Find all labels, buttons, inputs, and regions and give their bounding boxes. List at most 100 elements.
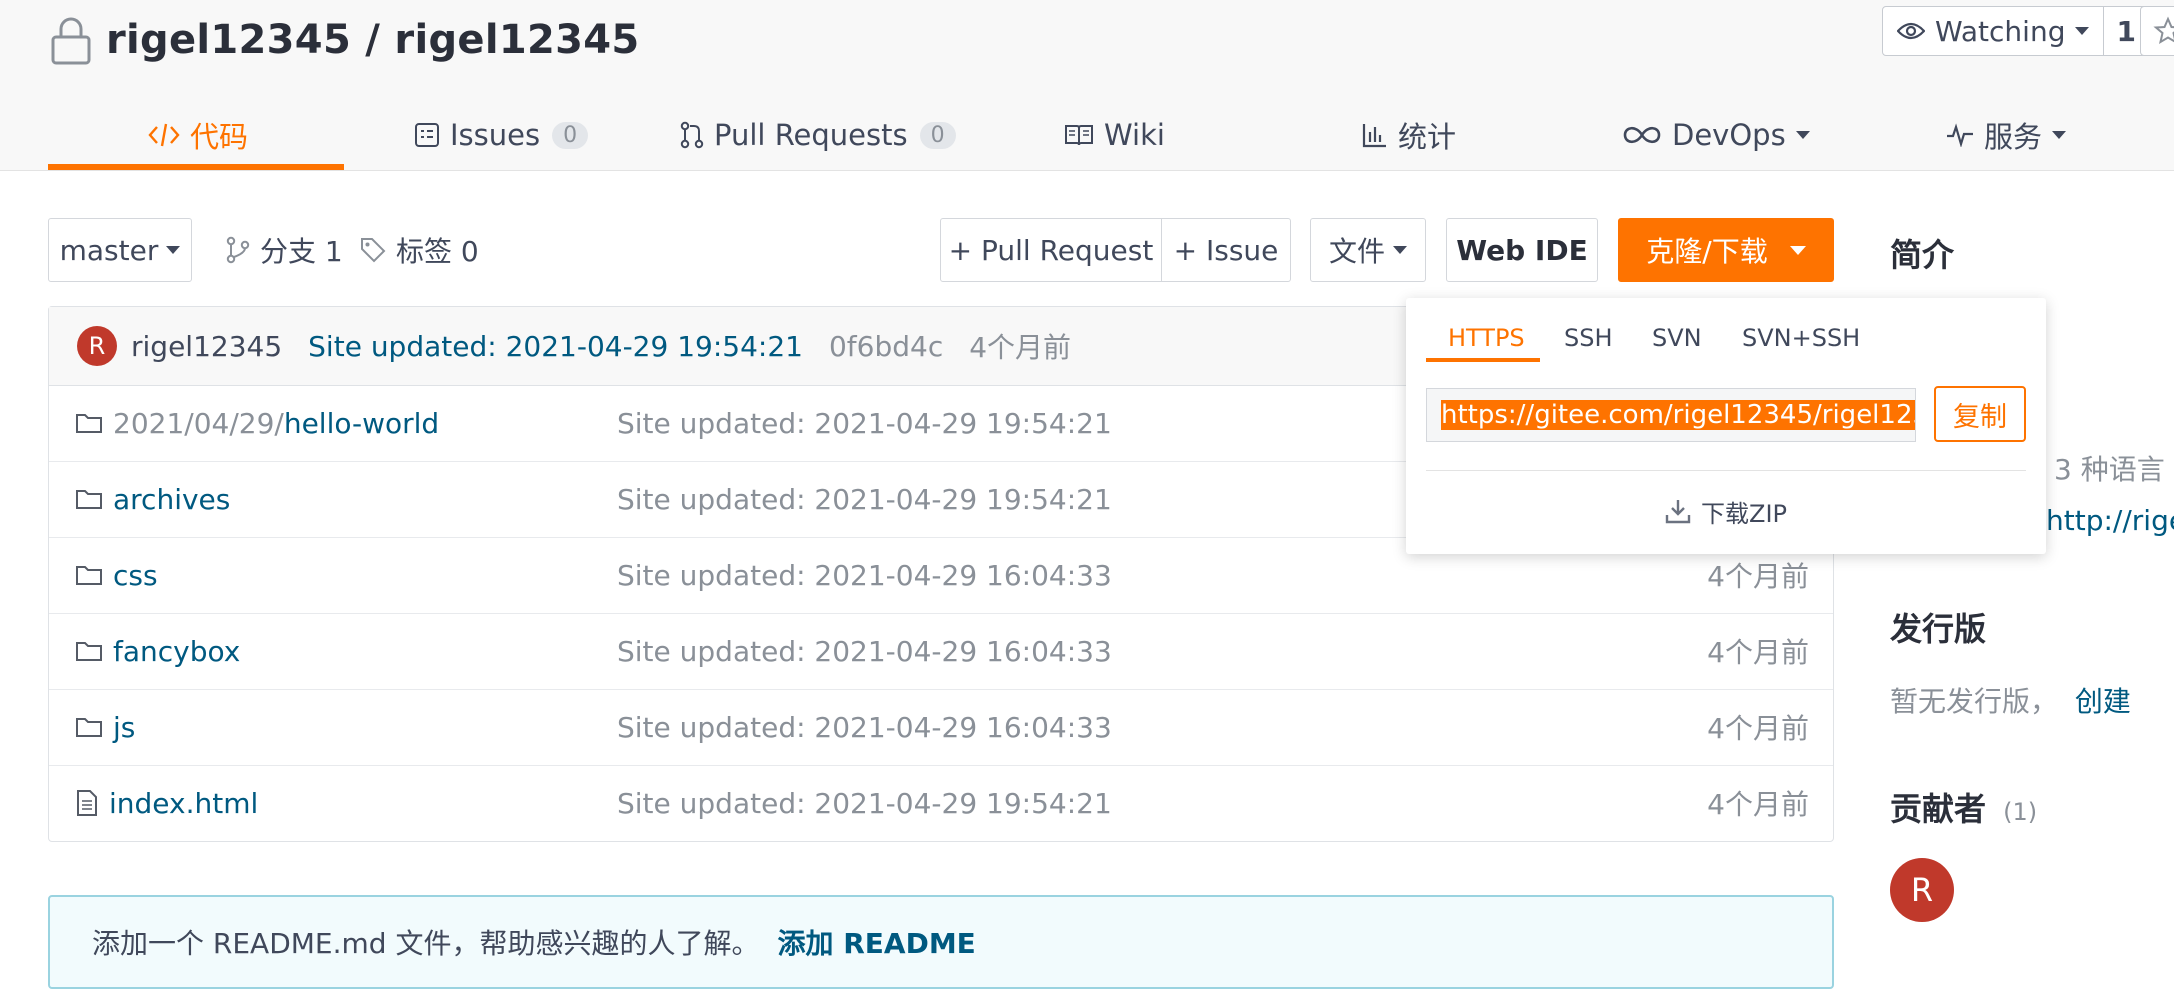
chevron-down-icon	[2052, 131, 2067, 139]
file-name-cell[interactable]: js	[75, 689, 135, 765]
download-zip-link[interactable]: 下载ZIP	[1406, 488, 2046, 534]
readme-banner: 添加一个 README.md 文件，帮助感兴趣的人了解。 添加 README	[48, 895, 1834, 989]
folder-icon	[76, 490, 102, 509]
branch-select[interactable]: master	[48, 218, 192, 282]
repo-title[interactable]: rigel12345 / rigel12345	[106, 17, 640, 63]
commit-author[interactable]: rigel12345	[131, 330, 282, 363]
tags-link[interactable]: 标签 0	[360, 220, 479, 280]
tab-https[interactable]: HTTPS	[1448, 316, 1525, 360]
lock-icon	[48, 15, 94, 65]
file-menu-button[interactable]: 文件	[1310, 218, 1426, 282]
issues-icon	[415, 123, 439, 147]
releases-empty-text: 暂无发行版，	[1890, 685, 2059, 718]
branch-name: master	[59, 233, 159, 267]
languages-count[interactable]: 3 种语言	[2054, 448, 2165, 488]
watch-toggle[interactable]: Watching	[1883, 7, 2105, 55]
file-name[interactable]: fancybox	[113, 635, 240, 668]
branches-link[interactable]: 分支 1	[226, 220, 343, 280]
avatar[interactable]: R	[77, 326, 117, 366]
releases-text: 暂无发行版， 创建	[1890, 680, 2131, 720]
tab-issues[interactable]: Issues 0	[414, 100, 589, 170]
tab-label: Pull Requests	[714, 118, 908, 152]
bar-chart-icon	[1362, 124, 1386, 148]
file-name-cell[interactable]: css	[75, 537, 158, 613]
active-tab-indicator	[1426, 358, 1540, 362]
tab-label: Wiki	[1104, 118, 1165, 152]
file-name-cell[interactable]: fancybox	[75, 613, 240, 689]
issues-count-badge: 0	[552, 121, 589, 149]
readme-text: 添加一个 README.md 文件，帮助感兴趣的人了解。	[92, 927, 760, 960]
clone-url-text: https://gitee.com/rigel12345/rigel12345.…	[1441, 400, 1915, 430]
repo-tabs: 代码 Issues 0 Pull Requests 0 Wiki 统计 DevO…	[48, 100, 2174, 170]
clone-popup: HTTPS SSH SVN SVN+SSH https://gitee.com/…	[1406, 298, 2046, 554]
branches-count: 分支 1	[260, 235, 343, 268]
download-zip-label: 下载ZIP	[1701, 499, 1787, 528]
clone-url-input[interactable]: https://gitee.com/rigel12345/rigel12345.…	[1426, 388, 1916, 442]
file-commit-message[interactable]: Site updated: 2021-04-29 16:04:33	[617, 537, 1112, 613]
contributors-title: 贡献者 (1)	[1890, 784, 2037, 830]
path-prefix[interactable]: 2021/04/29/	[113, 407, 284, 440]
pulse-icon	[1947, 123, 1973, 147]
chevron-down-icon	[166, 246, 181, 254]
table-row: fancybox Site updated: 2021-04-29 16:04:…	[49, 613, 1833, 690]
file-name-cell[interactable]: archives	[75, 461, 230, 537]
new-issue-button[interactable]: + Issue	[1161, 218, 1291, 282]
watch-label: Watching	[1935, 14, 2066, 48]
file-name[interactable]: archives	[113, 483, 230, 516]
tab-pull-requests[interactable]: Pull Requests 0	[680, 100, 956, 170]
code-icon	[148, 123, 180, 147]
tab-stats[interactable]: 统计	[1362, 100, 1456, 170]
commit-hash[interactable]: 0f6bd4c	[829, 330, 943, 363]
tab-services[interactable]: 服务	[1946, 100, 2067, 170]
tab-label: 代码	[190, 120, 249, 154]
watch-button[interactable]: Watching 1	[1882, 6, 2149, 56]
chevron-down-icon	[2075, 27, 2090, 35]
tab-ssh[interactable]: SSH	[1564, 316, 1613, 360]
file-commit-message[interactable]: Site updated: 2021-04-29 19:54:21	[617, 461, 1112, 537]
file-menu-label: 文件	[1328, 235, 1385, 268]
repo-title-area: rigel12345 / rigel12345	[48, 10, 640, 70]
avatar[interactable]: R	[1890, 858, 1954, 922]
divider	[1426, 470, 2026, 471]
file-name-cell[interactable]: index.html	[75, 765, 258, 841]
file-commit-message[interactable]: Site updated: 2021-04-29 16:04:33	[617, 613, 1112, 689]
file-commit-message[interactable]: Site updated: 2021-04-29 19:54:21	[617, 385, 1112, 461]
clone-label: 克隆/下载	[1646, 235, 1768, 268]
clone-download-button[interactable]: 克隆/下载	[1618, 218, 1834, 282]
contributors-count: (1)	[2003, 798, 2038, 826]
file-name[interactable]: hello-world	[284, 407, 439, 440]
tab-label: DevOps	[1672, 118, 1786, 152]
copy-button[interactable]: 复制	[1934, 386, 2026, 442]
add-readme-link[interactable]: 添加 README	[777, 922, 975, 962]
tab-code[interactable]: 代码	[148, 100, 248, 170]
file-name[interactable]: css	[113, 559, 158, 592]
file-commit-message[interactable]: Site updated: 2021-04-29 19:54:21	[617, 765, 1112, 841]
commit-message[interactable]: Site updated: 2021-04-29 19:54:21	[308, 330, 803, 363]
branch-icon	[226, 236, 250, 264]
new-pull-request-button[interactable]: + Pull Request	[940, 218, 1162, 282]
file-name[interactable]: js	[113, 711, 135, 744]
active-tab-indicator	[48, 164, 344, 170]
file-commit-message[interactable]: Site updated: 2021-04-29 16:04:33	[617, 689, 1112, 765]
tab-svn[interactable]: SVN	[1652, 316, 1702, 360]
file-name[interactable]: index.html	[109, 787, 258, 820]
tab-wiki[interactable]: Wiki	[1064, 100, 1165, 170]
file-time: 4个月前	[1707, 712, 1809, 745]
file-name-cell[interactable]: 2021/04/29/hello-world	[75, 385, 439, 461]
book-icon	[1065, 125, 1093, 146]
tab-label: Issues	[450, 118, 541, 152]
tab-svn-ssh[interactable]: SVN+SSH	[1742, 316, 1860, 360]
table-row: js Site updated: 2021-04-29 16:04:33 4个月…	[49, 689, 1833, 766]
star-button[interactable]	[2140, 6, 2174, 56]
table-row: index.html Site updated: 2021-04-29 19:5…	[49, 765, 1833, 841]
star-icon	[2153, 16, 2174, 45]
pull-request-icon	[680, 121, 704, 149]
file-time: 4个月前	[1707, 636, 1809, 669]
tab-label: 统计	[1398, 120, 1457, 154]
tab-devops[interactable]: DevOps	[1622, 100, 1810, 170]
web-ide-button[interactable]: Web IDE	[1446, 218, 1598, 282]
homepage-link[interactable]: http://rige	[2046, 504, 2174, 537]
tags-count: 标签 0	[396, 235, 479, 268]
folder-icon	[76, 566, 102, 585]
create-release-link[interactable]: 创建	[2075, 685, 2131, 718]
